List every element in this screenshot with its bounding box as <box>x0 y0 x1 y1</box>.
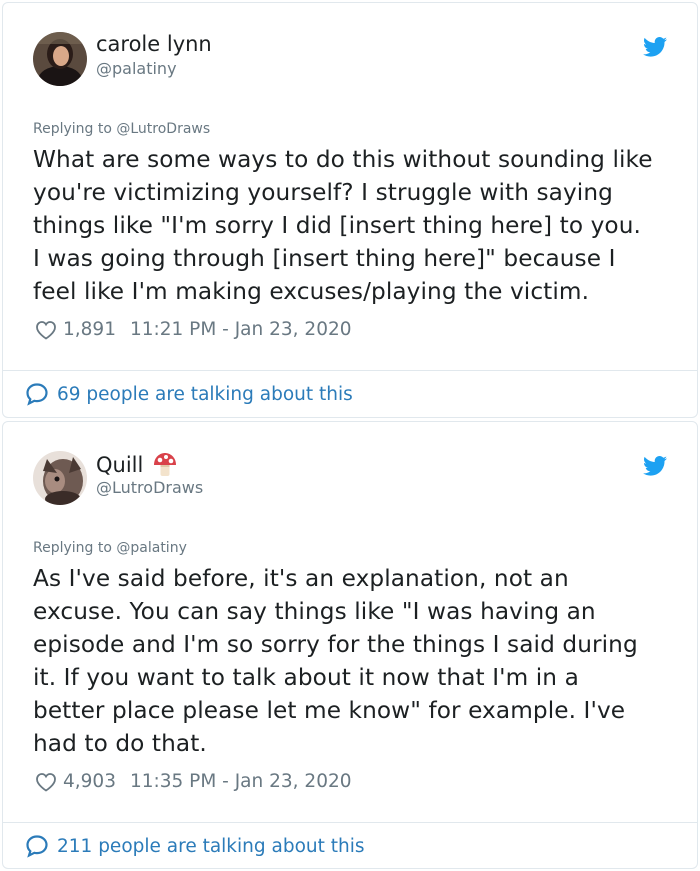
talking-link[interactable]: 211 people are talking about this <box>25 834 365 858</box>
tweet-text-line: had to do that. <box>33 730 207 757</box>
comment-bubble-icon <box>25 382 49 406</box>
tweet-text-line: feel like I'm making excuses/playing the… <box>33 278 590 305</box>
tweet-text-line: As I've said before, it's an explanation… <box>33 565 569 592</box>
divider <box>3 370 697 371</box>
avatar-drawing <box>33 451 87 505</box>
tweet-meta: 1,891 11:21 PM - Jan 23, 2020 <box>35 319 352 340</box>
comment-bubble-icon <box>25 834 49 858</box>
mushroom-icon <box>151 451 179 479</box>
avatar-photo <box>33 32 87 86</box>
like-count[interactable]: 1,891 <box>63 319 116 340</box>
talking-text[interactable]: 211 people are talking about this <box>57 836 365 857</box>
user-handle[interactable]: @palatiny <box>96 59 177 78</box>
heart-icon[interactable] <box>35 772 57 792</box>
tweet-text: What are some ways to do this without so… <box>33 143 677 308</box>
heart-icon[interactable] <box>35 320 57 340</box>
user-handle[interactable]: @LutroDraws <box>96 478 203 497</box>
tweet-text-line: What are some ways to do this without so… <box>33 146 653 173</box>
timestamp[interactable]: 11:35 PM - Jan 23, 2020 <box>130 771 352 792</box>
tweet-text-line: excuse. You can say things like "I was h… <box>33 598 596 625</box>
tweet-text: As I've said before, it's an explanation… <box>33 562 677 760</box>
avatar[interactable] <box>33 32 87 86</box>
tweet-text-line: episode and I'm so sorry for the things … <box>33 631 638 658</box>
like-count[interactable]: 4,903 <box>63 771 116 792</box>
tweet-card[interactable]: carole lynn @palatiny Replying to @Lutro… <box>2 2 698 418</box>
avatar[interactable] <box>33 451 87 505</box>
tweet-text-line: things like "I'm sorry I did [insert thi… <box>33 212 641 239</box>
tweet-text-line: it. If you want to talk about it now tha… <box>33 664 579 691</box>
divider <box>3 822 697 823</box>
talking-text[interactable]: 69 people are talking about this <box>57 384 353 405</box>
display-name[interactable]: carole lynn <box>96 32 212 56</box>
timestamp[interactable]: 11:21 PM - Jan 23, 2020 <box>130 319 352 340</box>
replying-to[interactable]: Replying to @LutroDraws <box>33 121 210 137</box>
tweet-text-line: I was going through [insert thing here]"… <box>33 245 616 272</box>
tweet-text-line: you're victimizing yourself? I struggle … <box>33 179 613 206</box>
tweet-card[interactable]: Quill @LutroDraws Replying to @palatiny … <box>2 421 698 869</box>
name-row: Quill <box>96 451 179 479</box>
twitter-bird-icon[interactable] <box>643 37 667 57</box>
display-name[interactable]: Quill <box>96 453 143 477</box>
tweet-text-line: better place please let me know" for exa… <box>33 697 626 724</box>
replying-to[interactable]: Replying to @palatiny <box>33 540 187 556</box>
tweet-meta: 4,903 11:35 PM - Jan 23, 2020 <box>35 771 352 792</box>
twitter-bird-icon[interactable] <box>643 456 667 476</box>
talking-link[interactable]: 69 people are talking about this <box>25 382 353 406</box>
